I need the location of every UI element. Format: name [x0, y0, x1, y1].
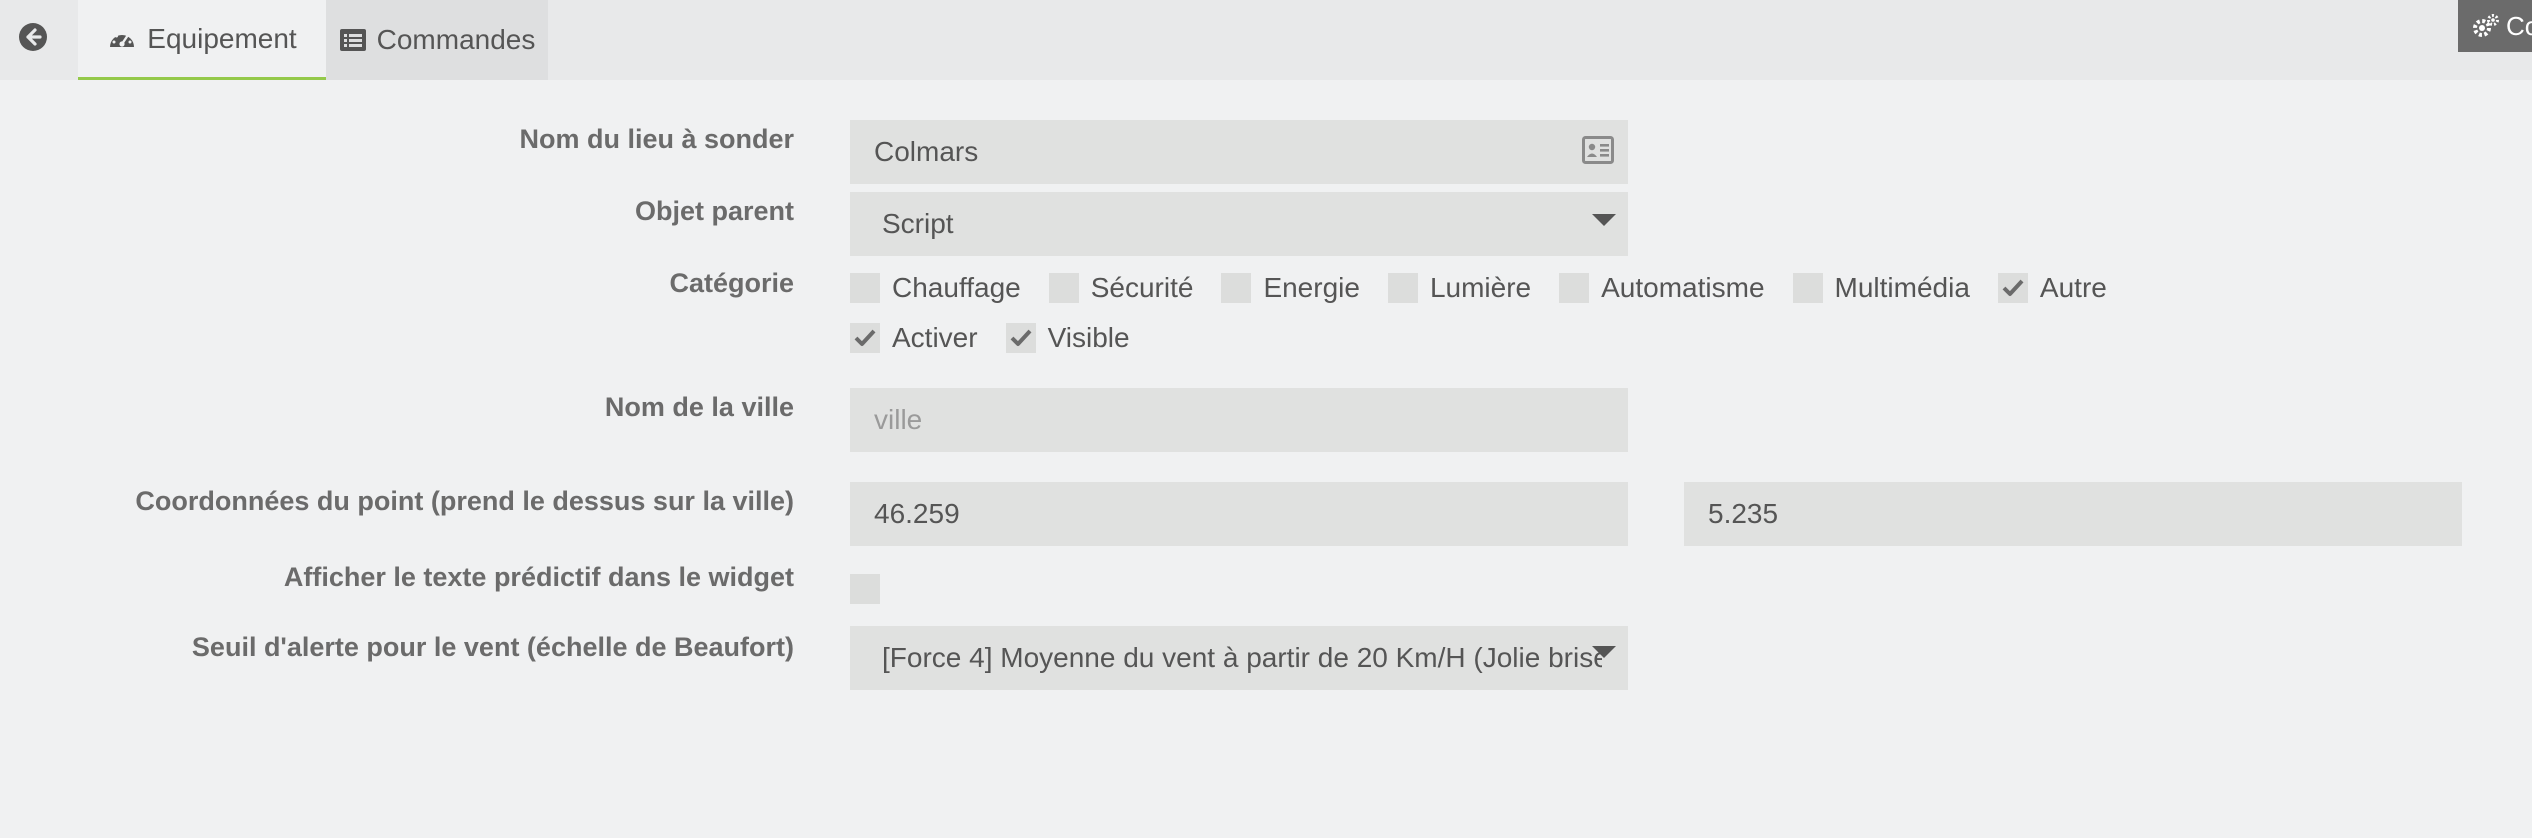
check-icon — [854, 329, 876, 346]
category-lumiere[interactable]: Lumière — [1387, 272, 1531, 304]
config-button[interactable]: Co — [2458, 0, 2532, 52]
longitude-input[interactable]: 5.235 — [1684, 482, 2462, 546]
parent-select[interactable]: Script — [850, 192, 1628, 256]
arrow-circle-left-icon — [18, 22, 48, 59]
checkbox[interactable] — [1559, 273, 1590, 303]
city-label: Nom de la ville — [604, 392, 794, 422]
checkbox[interactable] — [1221, 273, 1252, 303]
checkbox-checked[interactable] — [850, 323, 880, 353]
longitude-value: 5.235 — [1708, 498, 1779, 529]
flag-visible[interactable]: Visible — [1005, 322, 1130, 354]
category-multimedia[interactable]: Multimédia — [1792, 272, 1970, 304]
tab-equipment[interactable]: Equipement — [78, 0, 326, 80]
latitude-value: 46.259 — [874, 498, 960, 529]
checkbox-checked[interactable] — [1997, 273, 2028, 303]
tachometer-icon — [107, 27, 137, 51]
predictive-label: Afficher le texte prédictif dans le widg… — [283, 562, 794, 592]
wind-value: [Force 4] Moyenne du vent à partir de 20… — [882, 642, 1602, 673]
latitude-input[interactable]: 46.259 — [850, 482, 1628, 546]
tab-equipment-label: Equipement — [147, 22, 297, 54]
coords-label: Coordonnées du point (prend le dessus su… — [135, 486, 794, 516]
city-input[interactable]: ville — [850, 388, 1628, 452]
wind-select[interactable]: [Force 4] Moyenne du vent à partir de 20… — [850, 626, 1628, 690]
location-input[interactable]: Colmars — [850, 120, 1628, 184]
tab-bar: Equipement Commandes Co — [0, 0, 2532, 80]
flag-activer[interactable]: Activer — [850, 322, 978, 354]
config-button-label: Co — [2506, 10, 2532, 41]
parent-label: Objet parent — [634, 196, 794, 226]
checkbox[interactable] — [1792, 273, 1823, 303]
chevron-down-icon — [1592, 646, 1616, 658]
tab-commands[interactable]: Commandes — [326, 0, 548, 80]
tab-commands-label: Commandes — [376, 24, 536, 55]
checkbox-checked[interactable] — [1005, 323, 1036, 353]
parent-value: Script — [882, 208, 954, 239]
check-icon — [1010, 329, 1032, 346]
city-placeholder: ville — [874, 404, 923, 435]
wind-label: Seuil d'alerte pour le vent (échelle de … — [191, 632, 794, 662]
checkbox[interactable] — [850, 273, 880, 303]
category-autre[interactable]: Autre — [1997, 272, 2107, 304]
category-energie[interactable]: Energie — [1221, 272, 1360, 304]
category-securite[interactable]: Sécurité — [1048, 272, 1193, 304]
location-value: Colmars — [874, 136, 979, 167]
location-label: Nom du lieu à sonder — [519, 124, 794, 154]
category-chauffage[interactable]: Chauffage — [850, 272, 1021, 304]
flags-options: Activer Visible — [850, 322, 1158, 354]
category-options: Chauffage Sécurité Energie Lumière Autom… — [850, 272, 2135, 304]
category-automatisme[interactable]: Automatisme — [1559, 272, 1765, 304]
back-button[interactable] — [0, 0, 66, 80]
list-alt-icon — [339, 28, 367, 52]
category-label: Catégorie — [669, 268, 794, 298]
cogs-icon — [2472, 13, 2500, 39]
checkbox[interactable] — [1048, 273, 1079, 303]
check-icon — [2002, 279, 2024, 296]
address-card-icon[interactable] — [1582, 136, 1614, 171]
checkbox[interactable] — [1387, 273, 1418, 303]
chevron-down-icon — [1592, 214, 1616, 226]
predictive-checkbox[interactable] — [850, 574, 880, 604]
